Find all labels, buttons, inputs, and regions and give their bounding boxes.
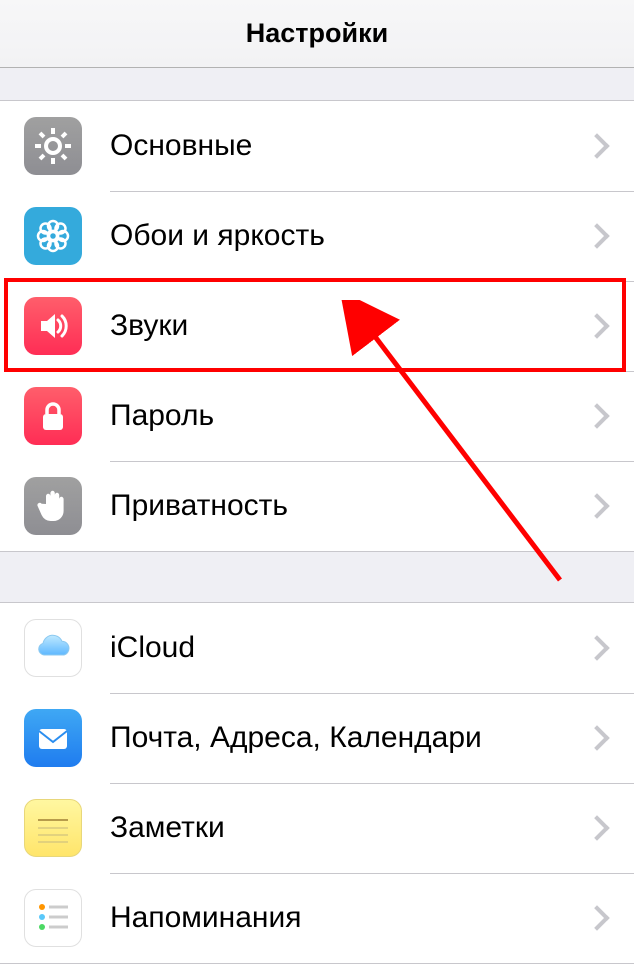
row-label: Основные (110, 129, 588, 163)
chevron-right-icon (584, 905, 609, 930)
group-spacer (0, 68, 634, 100)
chevron-right-icon (584, 133, 609, 158)
row-sounds[interactable]: Звуки (0, 281, 634, 371)
row-mail[interactable]: Почта, Адреса, Календари (0, 693, 634, 783)
row-label: Звуки (110, 309, 588, 343)
lock-icon (24, 387, 82, 445)
cloud-icon (24, 619, 82, 677)
header-bar: Настройки (0, 0, 634, 68)
chevron-right-icon (584, 493, 609, 518)
row-label: Напоминания (110, 901, 588, 935)
chevron-right-icon (584, 403, 609, 428)
gear-icon (24, 117, 82, 175)
row-label: Почта, Адреса, Календари (110, 721, 588, 755)
row-label: iCloud (110, 631, 588, 665)
notes-icon (24, 799, 82, 857)
group-spacer (0, 552, 634, 602)
row-wallpaper[interactable]: Обои и яркость (0, 191, 634, 281)
settings-group-2: iCloud Почта, Адреса, Календари Заметки … (0, 602, 634, 964)
page-title: Настройки (246, 18, 388, 49)
row-label: Пароль (110, 399, 588, 433)
speaker-icon (24, 297, 82, 355)
row-reminders[interactable]: Напоминания (0, 873, 634, 963)
row-icloud[interactable]: iCloud (0, 603, 634, 693)
flower-icon (24, 207, 82, 265)
chevron-right-icon (584, 635, 609, 660)
hand-icon (24, 477, 82, 535)
row-passcode[interactable]: Пароль (0, 371, 634, 461)
row-label: Приватность (110, 489, 588, 523)
row-label: Заметки (110, 811, 588, 845)
chevron-right-icon (584, 313, 609, 338)
chevron-right-icon (584, 725, 609, 750)
chevron-right-icon (584, 223, 609, 248)
row-label: Обои и яркость (110, 219, 588, 253)
reminders-icon (24, 889, 82, 947)
chevron-right-icon (584, 815, 609, 840)
settings-group-1: Основные Обои и яркость Звуки Пароль При… (0, 100, 634, 552)
row-notes[interactable]: Заметки (0, 783, 634, 873)
envelope-icon (24, 709, 82, 767)
row-general[interactable]: Основные (0, 101, 634, 191)
row-privacy[interactable]: Приватность (0, 461, 634, 551)
